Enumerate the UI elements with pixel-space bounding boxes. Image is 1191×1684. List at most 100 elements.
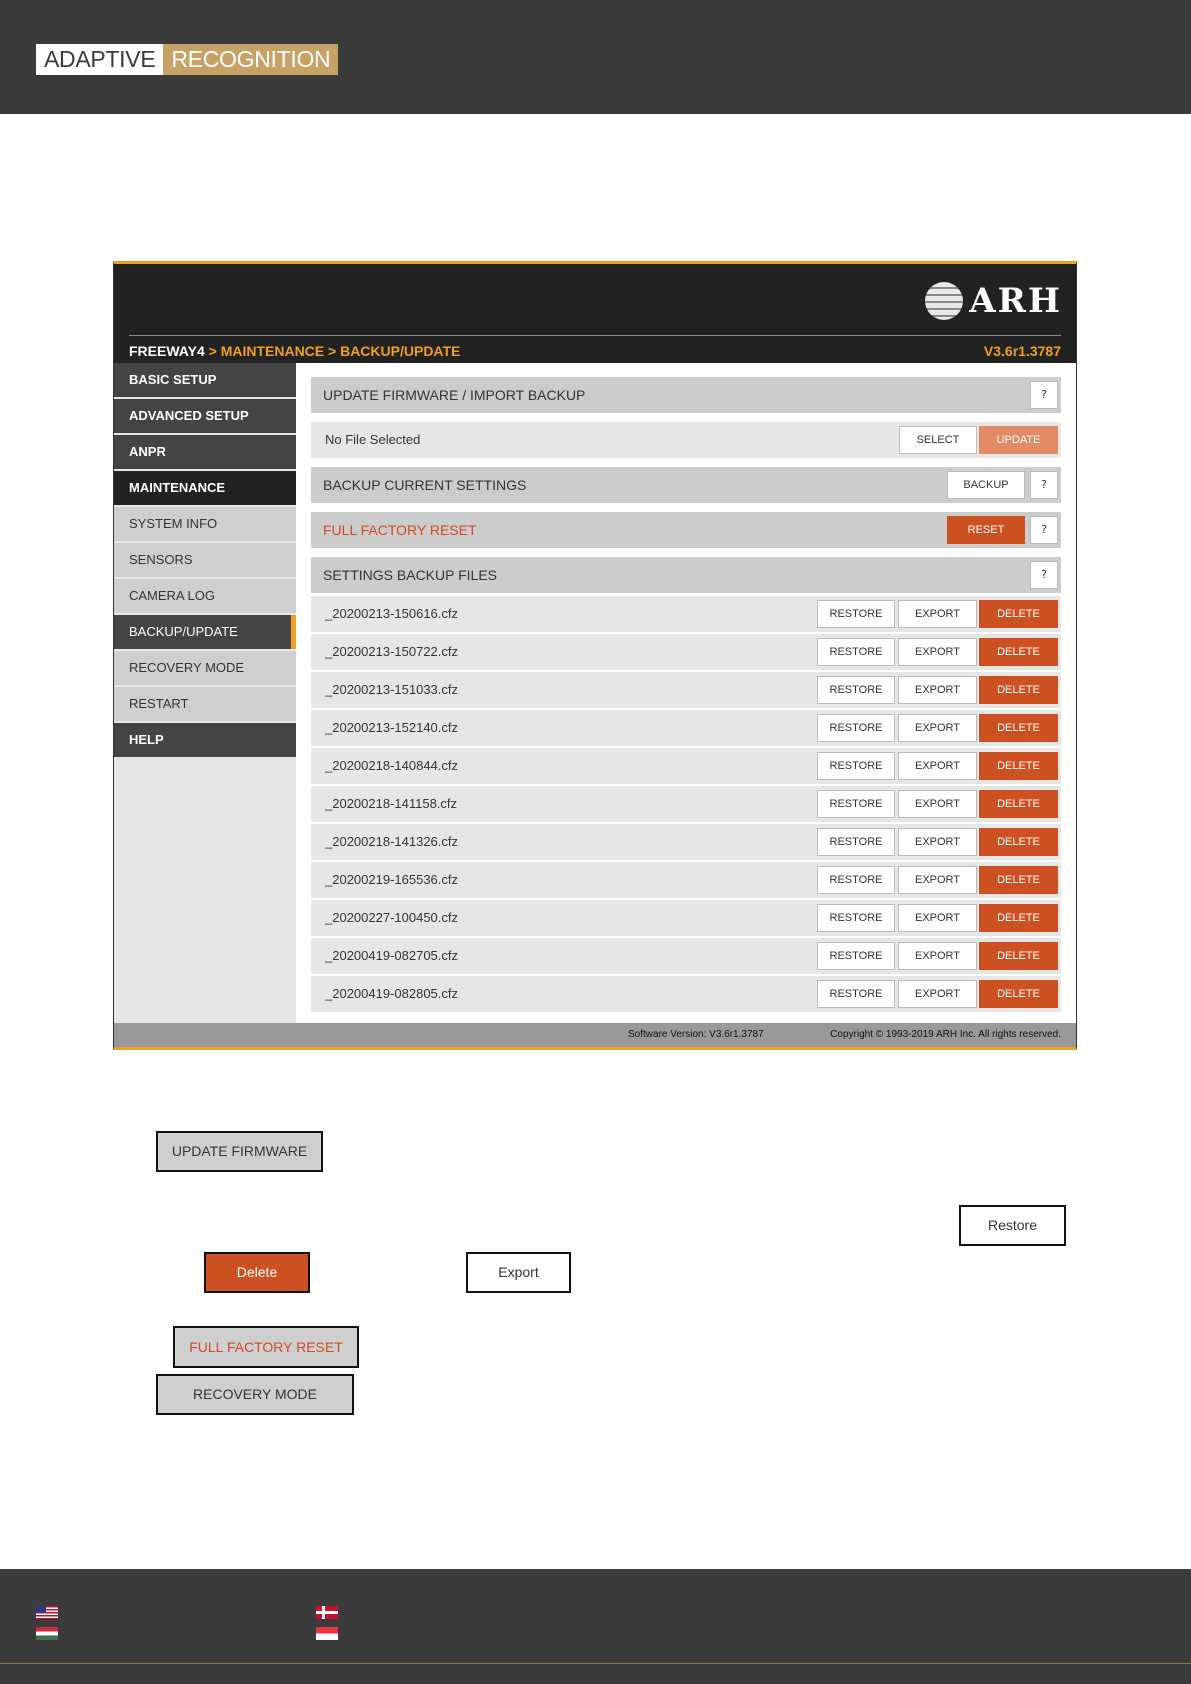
sidebar-item-restart[interactable]: RESTART	[114, 687, 296, 721]
sample-export-button: Export	[466, 1252, 571, 1293]
sidebar-item-basic-setup[interactable]: BASIC SETUP	[114, 363, 296, 397]
breadcrumb-root[interactable]: FREEWAY4	[129, 343, 205, 359]
help-button[interactable]: ?	[1030, 471, 1058, 499]
delete-button[interactable]: DELETE	[979, 942, 1058, 970]
sidebar-item-system-info[interactable]: SYSTEM INFO	[114, 507, 296, 541]
reset-button[interactable]: RESET	[947, 516, 1025, 544]
restore-button[interactable]: RESTORE	[817, 790, 895, 818]
export-button[interactable]: EXPORT	[898, 714, 977, 742]
dk-flag-icon[interactable]	[316, 1606, 338, 1619]
section-title: BACKUP CURRENT SETTINGS	[323, 477, 527, 493]
backup-file-name: _20200213-150616.cfz	[325, 606, 459, 621]
app-footer: Software Version: V3.6r1.3787 Copyright …	[114, 1023, 1076, 1047]
backup-file-name: _20200218-141326.cfz	[325, 834, 459, 849]
delete-button[interactable]: DELETE	[979, 600, 1058, 628]
restore-button[interactable]: RESTORE	[817, 942, 895, 970]
backup-file-row: _20200218-141158.cfz RESTORE EXPORT DELETE	[311, 786, 1061, 822]
export-button[interactable]: EXPORT	[898, 600, 977, 628]
update-firmware-section: UPDATE FIRMWARE / IMPORT BACKUP ?	[311, 377, 1061, 413]
sidebar-item-maintenance[interactable]: MAINTENANCE	[114, 471, 296, 505]
backup-file-row: _20200419-082705.cfz RESTORE EXPORT DELETE	[311, 938, 1061, 974]
restore-button[interactable]: RESTORE	[817, 638, 895, 666]
backup-file-row: _20200219-165536.cfz RESTORE EXPORT DELETE	[311, 862, 1061, 898]
export-button[interactable]: EXPORT	[898, 638, 977, 666]
software-version: Software Version: V3.6r1.3787	[628, 1029, 764, 1040]
backup-file-name: _20200419-082805.cfz	[325, 986, 459, 1001]
sidebar-item-backup-update[interactable]: BACKUP/UPDATE	[114, 615, 296, 649]
delete-button[interactable]: DELETE	[979, 866, 1058, 894]
delete-button[interactable]: DELETE	[979, 638, 1058, 666]
sample-delete-button: Delete	[204, 1252, 310, 1293]
delete-button[interactable]: DELETE	[979, 714, 1058, 742]
help-button[interactable]: ?	[1030, 561, 1058, 589]
sidebar-item-anpr[interactable]: ANPR	[114, 435, 296, 469]
restore-button[interactable]: RESTORE	[817, 714, 895, 742]
backup-file-row: _20200218-140844.cfz RESTORE EXPORT DELETE	[311, 748, 1061, 784]
full-factory-reset-section: FULL FACTORY RESET RESET ?	[311, 512, 1061, 548]
sidebar-item-advanced-setup[interactable]: ADVANCED SETUP	[114, 399, 296, 433]
export-button[interactable]: EXPORT	[898, 866, 977, 894]
sample-restore-button: Restore	[959, 1205, 1066, 1246]
backup-file-name: _20200218-140844.cfz	[325, 758, 459, 773]
backup-file-name: _20200213-150722.cfz	[325, 644, 459, 659]
breadcrumb-path: > MAINTENANCE > BACKUP/UPDATE	[204, 343, 461, 359]
hu-flag-icon[interactable]	[36, 1627, 58, 1640]
sidebar-item-recovery-mode[interactable]: RECOVERY MODE	[114, 651, 296, 685]
arh-brand-text: ARH	[969, 281, 1062, 321]
delete-button[interactable]: DELETE	[979, 980, 1058, 1008]
restore-button[interactable]: RESTORE	[817, 980, 895, 1008]
sidebar-item-camera-log[interactable]: CAMERA LOG	[114, 579, 296, 613]
footer-divider	[0, 1663, 1191, 1664]
delete-button[interactable]: DELETE	[979, 790, 1058, 818]
select-button[interactable]: SELECT	[899, 426, 977, 454]
app-header: ARH FREEWAY4 > MAINTENANCE > BACKUP/UPDA…	[114, 264, 1076, 363]
restore-button[interactable]: RESTORE	[817, 828, 895, 856]
arh-globe-icon	[925, 282, 964, 320]
backup-file-name: _20200213-151033.cfz	[325, 682, 459, 697]
file-select-row: No File Selected SELECT UPDATE	[311, 422, 1061, 458]
export-button[interactable]: EXPORT	[898, 790, 977, 818]
restore-button[interactable]: RESTORE	[817, 752, 895, 780]
restore-button[interactable]: RESTORE	[817, 866, 895, 894]
backup-file-row: _20200213-150722.cfz RESTORE EXPORT DELETE	[311, 634, 1061, 670]
backup-file-row: _20200213-152140.cfz RESTORE EXPORT DELETE	[311, 710, 1061, 746]
copyright: Copyright © 1993-2019 ARH Inc. All right…	[830, 1029, 1061, 1040]
delete-button[interactable]: DELETE	[979, 904, 1058, 932]
backup-current-settings-section: BACKUP CURRENT SETTINGS BACKUP ?	[311, 467, 1061, 503]
sg-flag-icon[interactable]	[316, 1627, 338, 1640]
help-button[interactable]: ?	[1030, 516, 1058, 544]
backup-button[interactable]: BACKUP	[947, 471, 1025, 499]
export-button[interactable]: EXPORT	[898, 752, 977, 780]
backup-file-name: _20200219-165536.cfz	[325, 872, 459, 887]
sidebar-item-help[interactable]: HELP	[114, 723, 296, 757]
restore-button[interactable]: RESTORE	[817, 676, 895, 704]
section-title: FULL FACTORY RESET	[323, 522, 477, 538]
export-button[interactable]: EXPORT	[898, 942, 977, 970]
header-divider	[129, 335, 1061, 336]
backup-file-row: _20200227-100450.cfz RESTORE EXPORT DELETE	[311, 900, 1061, 936]
update-button[interactable]: UPDATE	[979, 426, 1058, 454]
backup-file-name: _20200227-100450.cfz	[325, 910, 459, 925]
us-flag-icon[interactable]	[36, 1606, 58, 1619]
delete-button[interactable]: DELETE	[979, 752, 1058, 780]
export-button[interactable]: EXPORT	[898, 980, 977, 1008]
version-label: V3.6r1.3787	[983, 343, 1061, 359]
export-button[interactable]: EXPORT	[898, 676, 977, 704]
settings-backup-files-section: SETTINGS BACKUP FILES ?	[311, 557, 1061, 593]
freeway-screenshot: ARH FREEWAY4 > MAINTENANCE > BACKUP/UPDA…	[113, 261, 1077, 1050]
restore-button[interactable]: RESTORE	[817, 904, 895, 932]
export-button[interactable]: EXPORT	[898, 828, 977, 856]
delete-button[interactable]: DELETE	[979, 828, 1058, 856]
help-button[interactable]: ?	[1030, 381, 1058, 409]
logo-part-adaptive: ADAPTIVE	[36, 44, 164, 75]
restore-button[interactable]: RESTORE	[817, 600, 895, 628]
backup-file-row: _20200419-082805.cfz RESTORE EXPORT DELETE	[311, 976, 1061, 1012]
export-button[interactable]: EXPORT	[898, 904, 977, 932]
delete-button[interactable]: DELETE	[979, 676, 1058, 704]
breadcrumb: FREEWAY4 > MAINTENANCE > BACKUP/UPDATE	[129, 343, 460, 359]
backup-file-row: _20200213-151033.cfz RESTORE EXPORT DELETE	[311, 672, 1061, 708]
sidebar-item-sensors[interactable]: SENSORS	[114, 543, 296, 577]
page-footer	[0, 1569, 1191, 1684]
backup-file-name: _20200218-141158.cfz	[325, 796, 458, 811]
sample-update-firmware-button: UPDATE FIRMWARE	[156, 1131, 323, 1172]
